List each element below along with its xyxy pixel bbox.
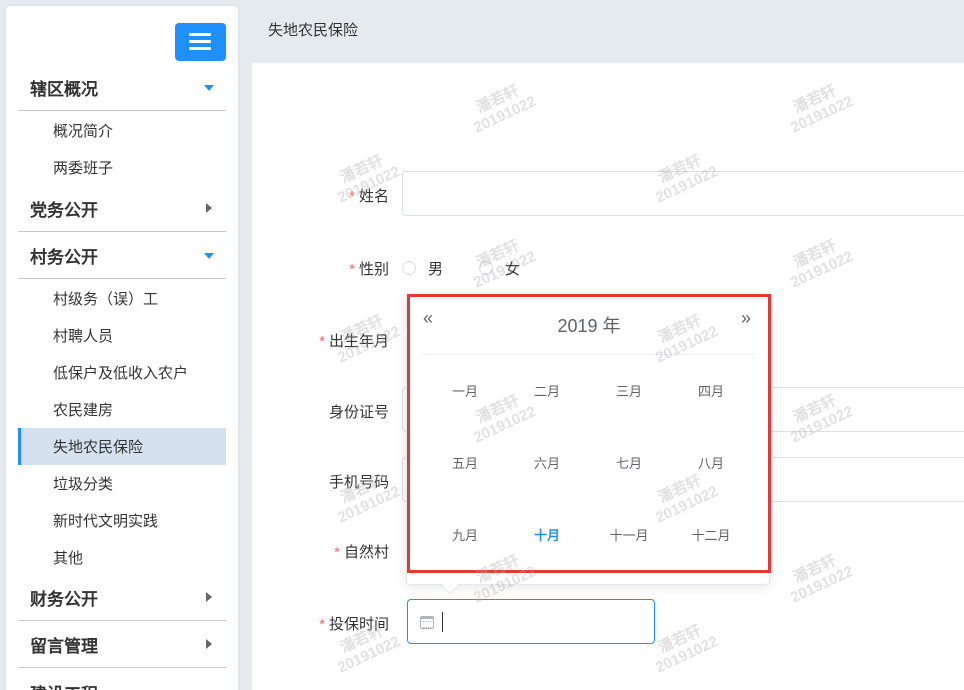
phone-label: 手机号码 (328, 474, 389, 491)
sidebar-section-label: 留言管理 (30, 637, 98, 656)
sidebar-section-party[interactable]: 党务公开 (18, 186, 226, 232)
birth-label: * 出生年月 (319, 333, 389, 350)
sidebar: 辖区概况 概况简介 两委班子 党务公开 村务公开 村级务（误）工 村聘人员 低保… (6, 6, 238, 690)
sidebar-item-village-work[interactable]: 村级务（误）工 (18, 280, 226, 317)
menu-toggle-button[interactable] (175, 23, 226, 61)
text-cursor (442, 612, 443, 632)
sidebar-item-overview[interactable]: 概况简介 (18, 112, 226, 149)
sidebar-item-committee[interactable]: 两委班子 (18, 149, 226, 186)
gender-label: * 性别 (349, 261, 389, 278)
gender-female-label[interactable]: 女 (505, 258, 520, 279)
gender-female-radio[interactable] (479, 261, 493, 275)
village-label: * 自然村 (334, 544, 389, 561)
month-cell[interactable]: 四月 (671, 381, 751, 400)
sidebar-section-label: 辖区概况 (30, 80, 98, 99)
month-cell-current[interactable]: 十月 (507, 525, 587, 544)
sidebar-item-civilization-practice[interactable]: 新时代文明实践 (18, 502, 226, 539)
sidebar-item-label: 失地农民保险 (53, 439, 144, 456)
sidebar-item-label: 垃圾分类 (53, 476, 114, 493)
sidebar-item-label: 概况简介 (53, 123, 114, 140)
month-cell[interactable]: 九月 (425, 525, 505, 544)
sidebar-section-finance[interactable]: 财务公开 (18, 575, 226, 621)
caret-right-icon (206, 592, 212, 602)
calendar-icon (420, 616, 434, 629)
sidebar-item-label: 其他 (53, 550, 84, 567)
sidebar-section-label: 建设工程 (30, 680, 98, 690)
month-cell[interactable]: 八月 (671, 453, 751, 472)
sidebar-item-label: 低保户及低收入农户 (53, 365, 189, 382)
sidebar-item-label: 村聘人员 (53, 328, 114, 345)
insure-date-input[interactable] (407, 599, 655, 644)
sidebar-section-village-affairs[interactable]: 村务公开 (18, 233, 226, 279)
month-cell[interactable]: 一月 (425, 381, 505, 400)
name-input[interactable] (402, 171, 964, 216)
gender-male-label[interactable]: 男 (428, 258, 443, 279)
sidebar-section-construction[interactable]: 建设工程 (18, 669, 226, 690)
month-cell[interactable]: 三月 (589, 381, 669, 400)
sidebar-section-label: 村务公开 (30, 248, 98, 267)
month-cell[interactable]: 十二月 (671, 525, 751, 544)
name-label: * 姓名 (349, 188, 389, 205)
month-cell[interactable]: 二月 (507, 381, 587, 400)
sidebar-item-village-staff[interactable]: 村聘人员 (18, 317, 226, 354)
sidebar-item-label: 农民建房 (53, 402, 114, 419)
sidebar-item-label: 新时代文明实践 (53, 513, 159, 530)
month-cell[interactable]: 六月 (507, 453, 587, 472)
sidebar-item-farmer-housing[interactable]: 农民建房 (18, 391, 226, 428)
month-cell[interactable]: 七月 (589, 453, 669, 472)
gender-male-radio[interactable] (402, 261, 416, 275)
page-title: 失地农民保险 (268, 22, 359, 39)
next-year-button[interactable]: » (741, 308, 751, 329)
caret-down-icon (204, 85, 214, 91)
sidebar-section-messages[interactable]: 留言管理 (18, 622, 226, 668)
id-number-label: 身份证号 (328, 404, 389, 421)
sidebar-item-land-loss-insurance[interactable]: 失地农民保险 (18, 428, 226, 465)
month-cell[interactable]: 十一月 (589, 525, 669, 544)
month-picker: « 2019 年 » 一月 二月 三月 四月 五月 六月 七月 八月 九月 十月… (406, 294, 770, 585)
caret-down-icon (204, 253, 214, 259)
sidebar-item-low-income[interactable]: 低保户及低收入农户 (18, 354, 226, 391)
year-label[interactable]: 2019 年 (407, 312, 771, 338)
month-cell[interactable]: 五月 (425, 453, 505, 472)
sidebar-item-label: 村级务（误）工 (53, 291, 159, 308)
sidebar-item-other[interactable]: 其他 (18, 539, 226, 576)
caret-right-icon (206, 203, 212, 213)
sidebar-item-label: 两委班子 (53, 160, 114, 177)
sidebar-section-label: 党务公开 (30, 201, 98, 220)
picker-divider (422, 354, 756, 355)
sidebar-section-jurisdiction[interactable]: 辖区概况 (18, 65, 226, 111)
caret-right-icon (206, 639, 212, 649)
sidebar-item-garbage-sorting[interactable]: 垃圾分类 (18, 465, 226, 502)
sidebar-section-label: 财务公开 (30, 590, 98, 609)
insure-date-label: * 投保时间 (319, 616, 389, 633)
